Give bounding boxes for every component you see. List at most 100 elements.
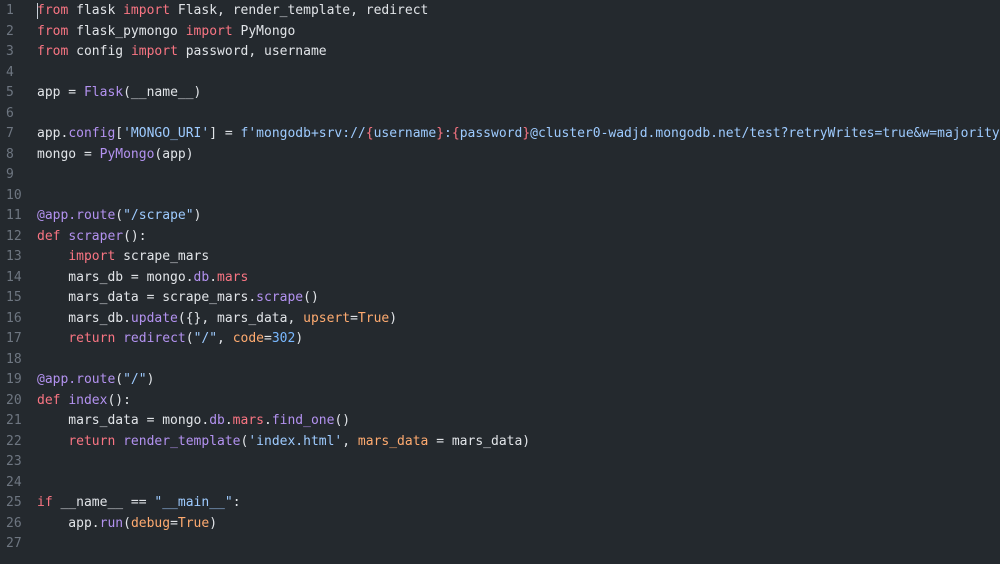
code-token: ( <box>115 208 124 224</box>
code-token: PyMongo <box>99 146 155 162</box>
code-token: from <box>37 23 69 39</box>
code-token: ) <box>193 208 202 224</box>
code-text: import scrape_mars <box>37 247 209 267</box>
code-token: (__name__) <box>123 85 202 101</box>
code-token: import <box>123 3 171 19</box>
code-token: 'MONGO_URI' <box>123 126 210 142</box>
code-line[interactable]: 27 <box>0 534 1000 555</box>
code-line[interactable]: 18 <box>0 350 1000 371</box>
code-line[interactable]: 15 mars_data = scrape_mars.scrape() <box>0 288 1000 309</box>
code-line[interactable]: 25 if __name__ == "__main__": <box>0 493 1000 514</box>
code-token: db <box>209 413 225 429</box>
code-token: () <box>334 413 351 429</box>
code-token: = <box>350 310 358 326</box>
line-number: 27 <box>6 536 22 552</box>
code-token: } <box>522 126 531 142</box>
code-line[interactable]: 5 app = Flask(__name__) <box>0 83 1000 104</box>
code-line[interactable]: 23 <box>0 452 1000 473</box>
code-line[interactable]: 9 <box>0 165 1000 186</box>
code-token: ( <box>185 331 194 347</box>
line-number: 3 <box>6 44 14 60</box>
code-line[interactable]: 4 <box>0 63 1000 84</box>
code-line[interactable]: 3 from config import password, username <box>0 42 1000 63</box>
line-number: 1 <box>6 3 14 19</box>
code-line[interactable]: 24 <box>0 473 1000 494</box>
code-token: password, username <box>177 44 327 60</box>
code-line[interactable]: 17 return redirect("/", code=302) <box>0 329 1000 350</box>
code-token: mars_data = scrape_mars. <box>37 290 257 306</box>
code-line[interactable]: 7 app.config['MONGO_URI'] = f'mongodb+srv… <box>0 124 1000 145</box>
code-text: from flask import Flask, render_template… <box>37 1 428 21</box>
code-line[interactable]: 8 mongo = PyMongo(app) <box>0 145 1000 166</box>
code-line[interactable]: 19 @app.route("/") <box>0 370 1000 391</box>
code-text: app = Flask(__name__) <box>37 83 201 103</box>
line-number: 13 <box>6 249 22 265</box>
code-text: def index(): <box>37 391 131 411</box>
code-line[interactable]: 16 mars_db.update({}, mars_data, upsert=… <box>0 309 1000 330</box>
code-token: find_one <box>271 413 335 429</box>
line-number: 2 <box>6 23 14 39</box>
line-number: 19 <box>6 372 22 388</box>
code-token: PyMongo <box>232 23 296 39</box>
line-number: 8 <box>6 146 14 162</box>
code-line[interactable]: 20 def index(): <box>0 391 1000 412</box>
code-token: Flask <box>83 85 124 101</box>
code-line[interactable]: 14 mars_db = mongo.db.mars <box>0 268 1000 289</box>
code-line[interactable]: 13 import scrape_mars <box>0 247 1000 268</box>
code-line[interactable]: 12 def scraper(): <box>0 227 1000 248</box>
line-number: 25 <box>6 495 22 511</box>
code-token: password <box>459 126 523 142</box>
code-token: code <box>232 331 265 347</box>
code-text: from config import password, username <box>37 42 327 62</box>
code-token: ({}, mars_data, <box>177 310 304 326</box>
code-line[interactable]: 22 return render_template('index.html', … <box>0 432 1000 453</box>
code-token: { <box>365 126 374 142</box>
code-line[interactable]: 6 <box>0 104 1000 125</box>
code-token: def <box>37 228 61 244</box>
code-line[interactable]: 11 @app.route("/scrape") <box>0 206 1000 227</box>
code-token: scrape <box>256 290 304 306</box>
code-token: render_template <box>123 433 241 449</box>
line-number: 21 <box>6 413 22 429</box>
code-token: if <box>37 495 53 511</box>
code-token: : <box>232 495 241 511</box>
code-token: return <box>68 433 116 449</box>
code-token: (): <box>123 228 147 244</box>
line-number: 6 <box>6 105 14 121</box>
code-line[interactable]: 10 <box>0 186 1000 207</box>
code-token: mongo = <box>37 146 100 162</box>
code-text: mars_db.update({}, mars_data, upsert=Tru… <box>37 309 397 329</box>
code-token: ( <box>115 372 124 388</box>
code-token: import <box>130 44 178 60</box>
code-token: 302 <box>271 331 296 347</box>
code-token: : <box>444 126 452 142</box>
code-token: @app.route <box>37 208 116 224</box>
code-token: mars_db = mongo. <box>37 269 194 285</box>
code-token: , <box>342 433 358 449</box>
code-token: import <box>185 23 233 39</box>
line-number: 17 <box>6 331 22 347</box>
code-token: = mars_data) <box>428 433 531 449</box>
line-number: 9 <box>6 167 14 183</box>
code-token: config <box>68 126 116 142</box>
code-line[interactable]: 26 app.run(debug=True) <box>0 514 1000 535</box>
code-token: ) <box>146 372 155 388</box>
code-token: True <box>177 515 210 531</box>
code-editor[interactable]: 1 from flask import Flask, render_templat… <box>0 0 1000 564</box>
line-number: 22 <box>6 433 22 449</box>
code-line[interactable]: 1 from flask import Flask, render_templat… <box>0 1 1000 22</box>
code-token: () <box>303 290 319 306</box>
code-token: mars <box>232 413 264 429</box>
line-number: 10 <box>6 187 22 203</box>
code-text: @app.route("/scrape") <box>37 206 201 226</box>
code-token: from <box>37 3 69 19</box>
code-token: . <box>263 413 272 429</box>
code-line[interactable]: 21 mars_data = mongo.db.mars.find_one() <box>0 411 1000 432</box>
code-text: mars_db = mongo.db.mars <box>37 268 248 288</box>
code-line[interactable]: 2 from flask_pymongo import PyMongo <box>0 22 1000 43</box>
line-number: 15 <box>6 290 22 306</box>
code-token: "__main__" <box>154 495 233 511</box>
